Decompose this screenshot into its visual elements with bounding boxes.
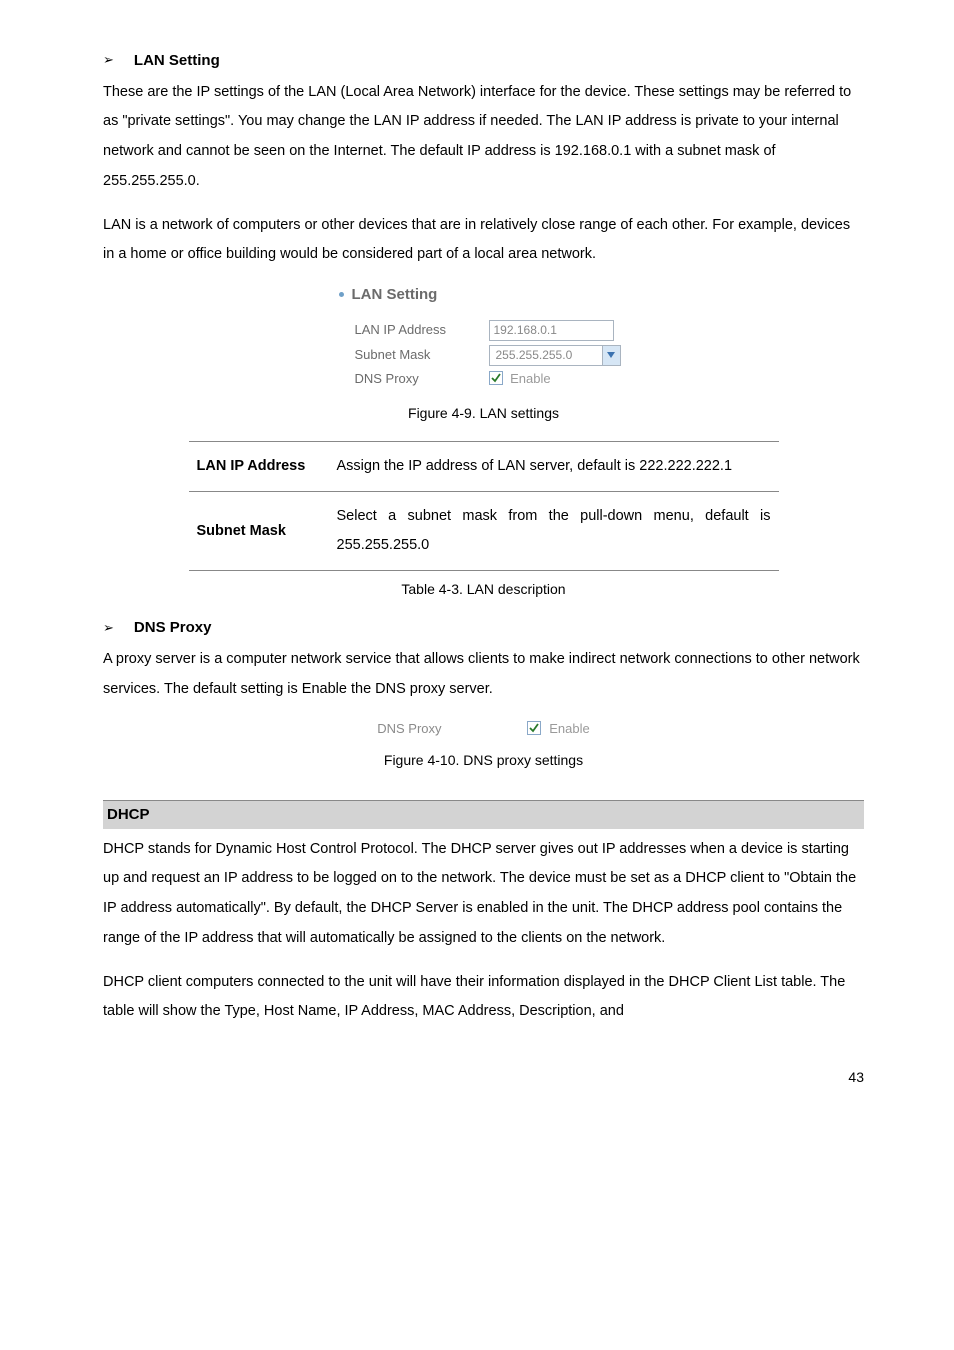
bullet-triangle-icon: ➢	[103, 619, 114, 638]
checkbox-dns-enable-2[interactable]	[527, 721, 541, 735]
label-dns-proxy-2: DNS Proxy	[377, 720, 527, 739]
label-lan-ip: LAN IP Address	[339, 321, 489, 340]
paragraph-lan-def: LAN is a network of computers or other d…	[103, 211, 864, 270]
caption-tbl-4-3: Table 4-3. LAN description	[103, 579, 864, 599]
select-subnet-mask[interactable]: 255.255.255.0	[489, 345, 621, 366]
table-row: LAN IP Address Assign the IP address of …	[189, 442, 779, 492]
paragraph-dhcp-2: DHCP client computers connected to the u…	[103, 968, 864, 1027]
paragraph-dns: A proxy server is a computer network ser…	[103, 645, 864, 704]
bullet-dot-icon	[339, 292, 344, 297]
cell-subnet-label: Subnet Mask	[189, 492, 329, 571]
checkbox-dns-enable[interactable]	[489, 371, 503, 385]
panel-title-lan: LAN Setting	[352, 284, 438, 306]
cell-lan-ip-desc: Assign the IP address of LAN server, def…	[329, 442, 779, 492]
table-row: Subnet Mask Select a subnet mask from th…	[189, 492, 779, 571]
heading-lan-setting: LAN Setting	[134, 50, 220, 72]
dns-proxy-panel: DNS Proxy Enable	[377, 719, 590, 740]
paragraph-lan-intro: These are the IP settings of the LAN (Lo…	[103, 78, 864, 197]
caption-fig-4-9: Figure 4-9. LAN settings	[103, 403, 864, 423]
chevron-down-icon	[602, 346, 620, 365]
lan-setting-panel: LAN Setting LAN IP Address Subnet Mask 2…	[339, 284, 629, 393]
cell-lan-ip-label: LAN IP Address	[189, 442, 329, 492]
table-lan-description: LAN IP Address Assign the IP address of …	[189, 441, 779, 571]
select-subnet-value: 255.255.255.0	[490, 347, 602, 364]
label-dns-proxy: DNS Proxy	[339, 370, 489, 389]
heading-dhcp: DHCP	[103, 800, 864, 829]
page-number: 43	[103, 1067, 864, 1087]
label-enable: Enable	[510, 371, 550, 386]
heading-dns-proxy: DNS Proxy	[134, 617, 212, 639]
paragraph-dhcp-1: DHCP stands for Dynamic Host Control Pro…	[103, 835, 864, 954]
bullet-triangle-icon: ➢	[103, 51, 114, 70]
label-enable-2: Enable	[549, 720, 589, 735]
label-subnet-mask: Subnet Mask	[339, 346, 489, 365]
caption-fig-4-10: Figure 4-10. DNS proxy settings	[103, 750, 864, 770]
cell-subnet-desc: Select a subnet mask from the pull-down …	[329, 492, 779, 571]
input-lan-ip[interactable]	[489, 320, 614, 341]
